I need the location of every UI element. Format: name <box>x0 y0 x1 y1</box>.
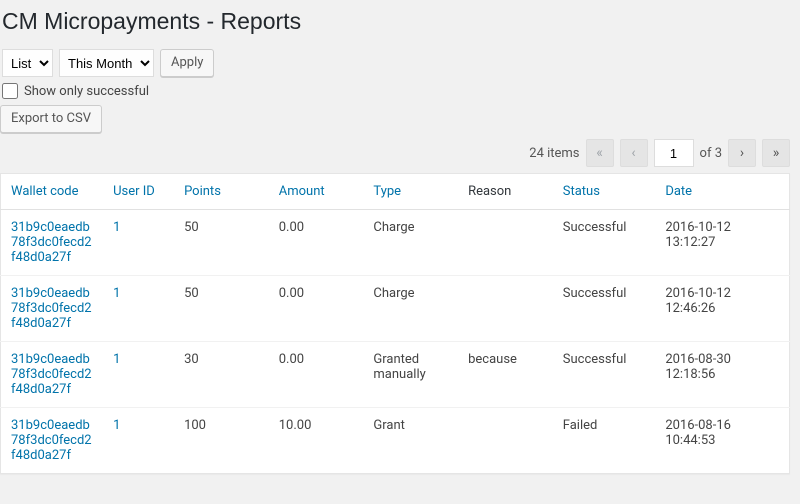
range-select[interactable]: This Month <box>59 49 154 77</box>
export-csv-button[interactable]: Export to CSV <box>0 105 102 133</box>
cell-amount: 0.00 <box>269 276 364 342</box>
cell-points: 50 <box>174 276 269 342</box>
col-reason: Reason <box>458 174 553 210</box>
next-page-button[interactable]: › <box>728 139 756 167</box>
cell-amount: 0.00 <box>269 342 364 408</box>
cell-type: Charge <box>363 276 458 342</box>
cell-type: Granted manually <box>363 342 458 408</box>
cell-type: Grant <box>363 408 458 474</box>
show-successful-label: Show only successful <box>24 84 149 99</box>
cell-status: Successful <box>553 210 656 276</box>
cell-reason <box>458 408 553 474</box>
user-link[interactable]: 1 <box>113 418 120 433</box>
view-select[interactable]: List <box>2 49 53 77</box>
page-total-label: of 3 <box>700 146 722 161</box>
wallet-link[interactable]: 31b9c0eaedb78f3dc0fecd2f48d0a27f <box>11 418 92 463</box>
user-link[interactable]: 1 <box>113 220 120 235</box>
col-amount[interactable]: Amount <box>269 174 364 210</box>
table-row: 31b9c0eaedb78f3dc0fecd2f48d0a27f 1 500.00C… <box>1 276 790 342</box>
col-user[interactable]: User ID <box>103 174 174 210</box>
prev-page-button: ‹ <box>620 139 648 167</box>
show-successful-checkbox[interactable] <box>2 83 18 99</box>
user-link[interactable]: 1 <box>113 352 120 367</box>
reports-table: Wallet code User ID Points Amount Type R… <box>0 173 790 474</box>
cell-reason <box>458 210 553 276</box>
wallet-link[interactable]: 31b9c0eaedb78f3dc0fecd2f48d0a27f <box>11 352 92 397</box>
cell-status: Successful <box>553 342 656 408</box>
cell-date: 2016-08-30 12:18:56 <box>655 342 789 408</box>
cell-status: Failed <box>553 408 656 474</box>
last-page-button[interactable]: » <box>762 139 790 167</box>
col-points[interactable]: Points <box>174 174 269 210</box>
apply-button[interactable]: Apply <box>160 49 214 77</box>
col-wallet[interactable]: Wallet code <box>1 174 104 210</box>
cell-amount: 10.00 <box>269 408 364 474</box>
cell-date: 2016-10-12 13:12:27 <box>655 210 789 276</box>
table-row: 31b9c0eaedb78f3dc0fecd2f48d0a27f 1 300.00G… <box>1 342 790 408</box>
cell-date: 2016-08-16 10:44:53 <box>655 408 789 474</box>
user-link[interactable]: 1 <box>113 286 120 301</box>
page-title: CM Micropayments - Reports <box>2 8 790 35</box>
cell-status: Successful <box>553 276 656 342</box>
cell-type: Charge <box>363 210 458 276</box>
first-page-button: « <box>586 139 614 167</box>
cell-amount: 0.00 <box>269 210 364 276</box>
cell-points: 100 <box>174 408 269 474</box>
current-page-input[interactable] <box>654 139 694 167</box>
items-count: 24 items <box>529 146 579 161</box>
wallet-link[interactable]: 31b9c0eaedb78f3dc0fecd2f48d0a27f <box>11 220 92 265</box>
table-row: 31b9c0eaedb78f3dc0fecd2f48d0a27f 1 500.00C… <box>1 210 790 276</box>
table-row: 31b9c0eaedb78f3dc0fecd2f48d0a27f 1 10010.0… <box>1 408 790 474</box>
wallet-link[interactable]: 31b9c0eaedb78f3dc0fecd2f48d0a27f <box>11 286 92 331</box>
col-type[interactable]: Type <box>363 174 458 210</box>
col-status[interactable]: Status <box>553 174 656 210</box>
col-date[interactable]: Date <box>655 174 789 210</box>
pagination-bar: 24 items « ‹ of 3 › » <box>0 133 790 173</box>
filter-bar: List This Month Apply <box>0 49 790 77</box>
cell-date: 2016-10-12 12:46:26 <box>655 276 789 342</box>
cell-points: 50 <box>174 210 269 276</box>
cell-reason <box>458 276 553 342</box>
cell-points: 30 <box>174 342 269 408</box>
cell-reason: because <box>458 342 553 408</box>
